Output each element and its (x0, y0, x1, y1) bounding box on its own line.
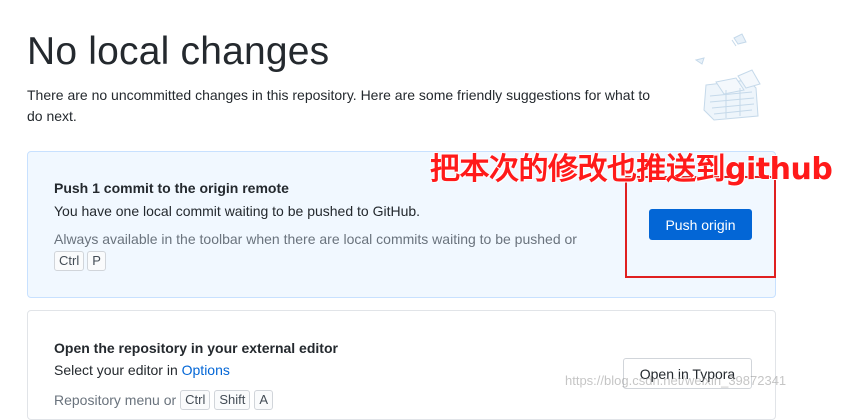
push-card-description: You have one local commit waiting to be … (54, 203, 421, 219)
push-shortcut: Ctrl P (54, 251, 106, 271)
editor-card: Open the repository in your external edi… (27, 310, 776, 420)
kbd-key: P (87, 251, 106, 271)
push-card-hint: Always available in the toolbar when the… (54, 231, 577, 247)
editor-card-description: Select your editor in Options (54, 362, 230, 378)
editor-hint-row: Repository menu or Ctrl Shift A (54, 390, 274, 410)
page-subtitle: There are no uncommitted changes in this… (27, 87, 651, 124)
push-card-title: Push 1 commit to the origin remote (54, 180, 289, 196)
page-title: No local changes (27, 30, 330, 73)
watermark: https://blog.csdn.net/weixin_39872341 (565, 373, 787, 388)
kbd-key: Ctrl (54, 251, 85, 271)
paper-illustration-icon (694, 33, 761, 121)
kbd-key: Ctrl (180, 390, 211, 410)
editor-description-text: Select your editor in (54, 362, 182, 378)
editor-card-title: Open the repository in your external edi… (54, 340, 338, 356)
kbd-key: Shift (214, 390, 251, 410)
annotation-text: 把本次的修改也推送到github (430, 152, 833, 187)
editor-card-hint: Repository menu or (54, 392, 177, 408)
annotation-highlight-box (625, 176, 776, 278)
options-link[interactable]: Options (182, 362, 230, 378)
kbd-key: A (254, 390, 274, 410)
